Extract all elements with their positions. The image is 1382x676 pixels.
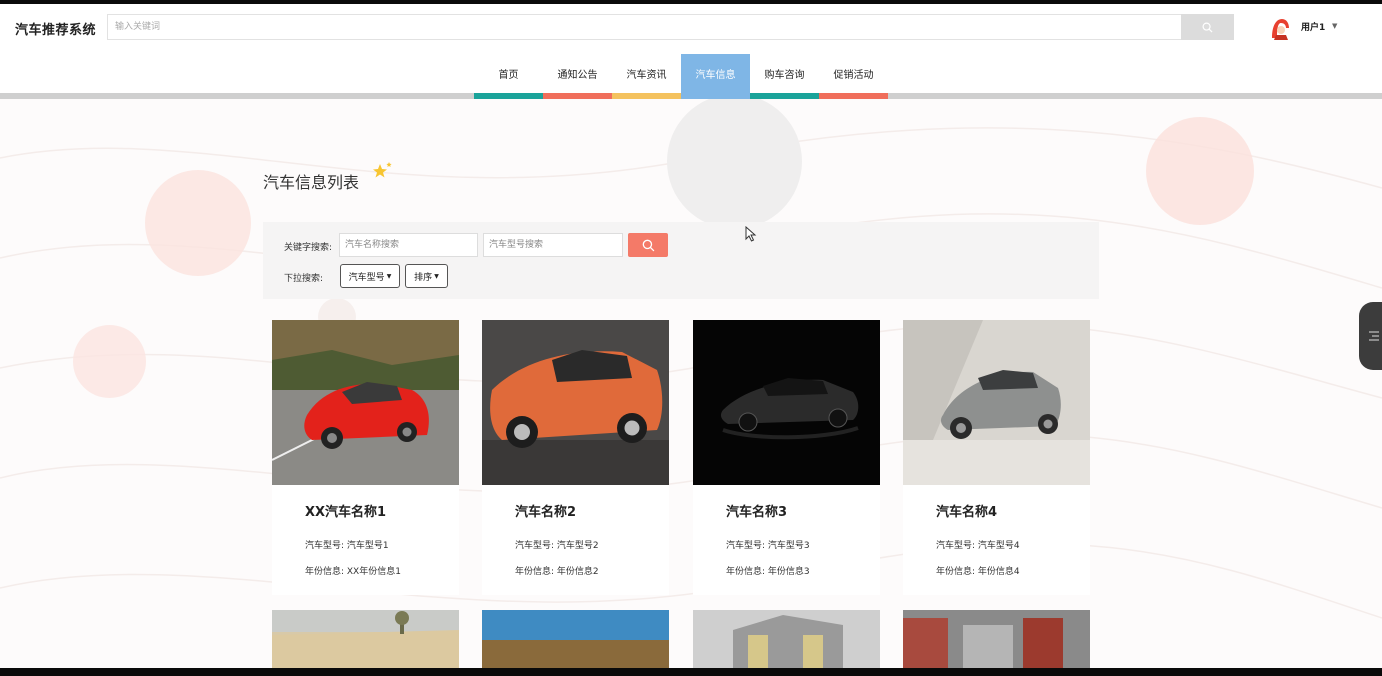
chevron-down-icon[interactable]: ▼ [1332,22,1337,30]
screen-frame-bottom [0,668,1382,676]
search-icon [642,239,654,251]
car-year: 年份信息: 年份信息3 [726,567,810,577]
nav-item-label: 促销活动 [833,70,874,81]
car-name[interactable]: 汽车名称3 [726,501,787,520]
car-image[interactable] [482,320,669,485]
list-icon [1369,331,1379,341]
car-card[interactable]: 汽车名称3 汽车型号: 汽车型号3 年份信息: 年份信息3 [693,320,880,595]
sort-dropdown[interactable]: 排序 ▼ [405,264,448,288]
keyword-search-label: 关键字搜索: [284,243,333,253]
nav-item-label: 汽车信息 [695,70,736,81]
car-image[interactable] [482,610,669,668]
search-icon [1202,22,1213,33]
caret-down-icon: ▼ [386,272,392,280]
nav-item-label: 汽车资讯 [626,70,667,81]
user-name[interactable]: 用户1 [1301,20,1325,33]
car-name[interactable]: 汽车名称2 [515,501,576,520]
filter-search-button[interactable] [628,233,668,257]
car-model: 汽车型号: 汽车型号2 [515,541,599,551]
nav-item-label: 首页 [498,70,519,81]
dropdown-label: 排序 [414,272,433,283]
dropdown-search-label: 下拉搜索: [284,274,324,284]
car-image[interactable] [272,610,459,668]
car-year: 年份信息: XX年份信息1 [305,567,401,577]
car-card[interactable]: 汽车名称2 汽车型号: 汽车型号2 年份信息: 年份信息2 [482,320,669,595]
decor-circle [667,94,802,229]
car-card[interactable]: XX汽车名称1 汽车型号: 汽车型号1 年份信息: XX年份信息1 [272,320,459,595]
user-avatar[interactable] [1268,16,1292,40]
car-model: 汽车型号: 汽车型号1 [305,541,389,551]
nav-color-bar [681,93,750,99]
site-logo[interactable]: 汽车推荐系统 [15,19,96,38]
nav-color-bar [612,93,681,99]
dropdown-label: 汽车型号 [348,272,385,283]
decor-circle [1146,117,1254,225]
header-search-button[interactable] [1181,14,1234,40]
nav-item-label: 购车咨询 [764,70,805,81]
nav-item-notices[interactable]: 通知公告 [543,54,612,99]
star-icon [373,162,392,178]
nav-item-purchase-consult[interactable]: 购车咨询 [750,54,819,99]
decor-circle [145,170,251,276]
car-image[interactable] [903,320,1090,485]
car-image[interactable] [693,610,880,668]
car-year: 年份信息: 年份信息2 [515,567,599,577]
nav-item-home[interactable]: 首页 [474,54,543,99]
nav-color-bar [474,93,543,99]
header-search-input[interactable] [107,14,1182,40]
side-toolbar-button[interactable] [1359,302,1382,370]
nav-item-label: 通知公告 [557,70,598,81]
nav-item-car-info[interactable]: 汽车信息 [681,54,750,99]
car-name-search-input[interactable] [339,233,478,257]
car-name[interactable]: 汽车名称4 [936,501,997,520]
decor-circle [73,325,146,398]
car-card[interactable]: 汽车名称4 汽车型号: 汽车型号4 年份信息: 年份信息4 [903,320,1090,595]
mouse-cursor-icon [745,226,757,242]
car-name[interactable]: XX汽车名称1 [305,501,386,520]
car-year: 年份信息: 年份信息4 [936,567,1020,577]
page-title: 汽车信息列表 [263,173,360,192]
caret-down-icon: ▼ [434,272,439,280]
car-model: 汽车型号: 汽车型号4 [936,541,1020,551]
car-image[interactable] [903,610,1090,668]
car-model: 汽车型号: 汽车型号3 [726,541,810,551]
nav-color-bar [750,93,819,99]
car-image[interactable] [272,320,459,485]
nav-color-bar [819,93,888,99]
car-image[interactable] [693,320,880,485]
nav-item-car-news[interactable]: 汽车资讯 [612,54,681,99]
car-model-dropdown[interactable]: 汽车型号 ▼ [340,264,400,288]
top-header: 汽车推荐系统 用户1 ▼ [0,4,1382,50]
car-model-search-input[interactable] [483,233,623,257]
nav-item-promotions[interactable]: 促销活动 [819,54,888,99]
nav-color-bar [543,93,612,99]
